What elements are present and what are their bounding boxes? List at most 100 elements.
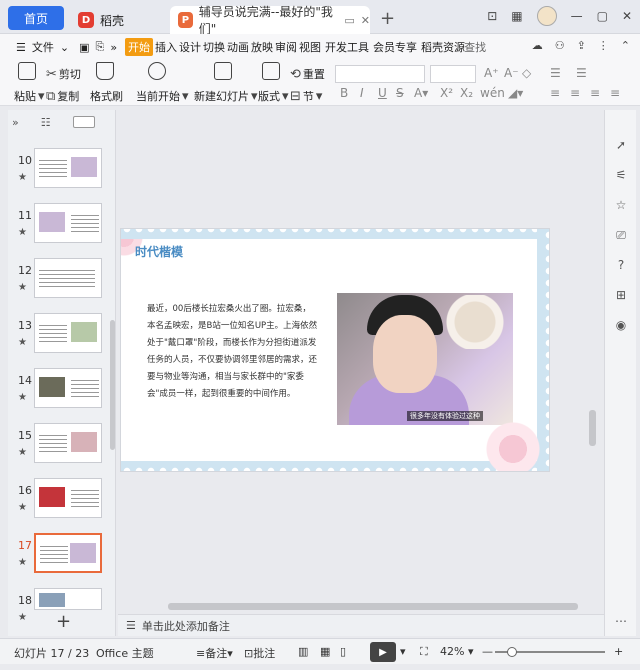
- thumbnail-row[interactable]: 10 ★: [8, 148, 116, 194]
- underline-icon[interactable]: U: [378, 86, 387, 100]
- slide-thumbnail[interactable]: [34, 368, 102, 408]
- slide-thumbnail[interactable]: [34, 313, 102, 353]
- reset-button[interactable]: ⟲ 重置: [290, 66, 325, 82]
- maximize-icon[interactable]: ▢: [597, 9, 608, 23]
- numbered-list-icon[interactable]: ☰: [576, 66, 587, 80]
- align-right-icon[interactable]: ≡: [590, 86, 600, 100]
- strikethrough-icon[interactable]: S: [396, 86, 404, 100]
- tab-close-icon[interactable]: ✕: [361, 14, 370, 27]
- menu-developer[interactable]: 开发工具: [325, 39, 369, 55]
- add-slide-button[interactable]: +: [56, 611, 71, 632]
- notes-bar[interactable]: ☰ 单击此处添加备注: [118, 614, 604, 636]
- font-color-icon[interactable]: A▾: [414, 86, 428, 100]
- italic-icon[interactable]: I: [360, 86, 364, 100]
- cut-button[interactable]: ✂ 剪切: [46, 66, 81, 82]
- rocket-icon[interactable]: ➚: [614, 138, 628, 152]
- slide-thumbnail[interactable]: [34, 478, 102, 518]
- copy-button[interactable]: ⧉ 复制: [46, 88, 79, 104]
- close-icon[interactable]: ✕: [622, 9, 632, 23]
- thumbnail-row[interactable]: 11 ★: [8, 203, 116, 249]
- font-name-field[interactable]: [335, 65, 425, 83]
- align-center-icon[interactable]: ≡: [570, 86, 580, 100]
- share-person-icon[interactable]: ⚇: [555, 39, 565, 52]
- menu-review[interactable]: 审阅: [275, 39, 297, 55]
- minimize-icon[interactable]: —: [571, 9, 583, 23]
- fit-window-icon[interactable]: ⛶: [420, 645, 428, 659]
- thumbnail-row[interactable]: 14 ★: [8, 368, 116, 414]
- sorter-view-icon[interactable]: ▦: [320, 645, 330, 658]
- zoom-slider[interactable]: [495, 647, 605, 657]
- cloud-icon[interactable]: ☁: [532, 39, 543, 52]
- zoom-in-icon[interactable]: +: [614, 645, 623, 658]
- zoom-dropdown-icon[interactable]: ▾: [468, 645, 474, 658]
- tab-preview-icon[interactable]: ▭: [344, 14, 354, 27]
- menu-file[interactable]: 文件: [32, 39, 54, 55]
- share-icon[interactable]: ⇪: [577, 39, 586, 52]
- justify-icon[interactable]: ≡: [610, 86, 620, 100]
- thumbnail-row-active[interactable]: 17 ★: [8, 533, 116, 579]
- image-settings-icon[interactable]: ⊞: [614, 288, 628, 302]
- play-options-icon[interactable]: ▾: [400, 645, 406, 658]
- bullet-list-icon[interactable]: ☰: [550, 66, 561, 80]
- highlight-icon[interactable]: ◢▾: [508, 86, 523, 100]
- star-icon[interactable]: ☆: [614, 198, 628, 212]
- menu-member[interactable]: 会员专享: [373, 39, 417, 55]
- new-slide-button[interactable]: 新建幻灯片 ▾: [194, 88, 258, 104]
- section-button[interactable]: ⊟ 节 ▾: [290, 88, 322, 104]
- thumbnail-row[interactable]: 16 ★: [8, 478, 116, 524]
- thumbnail-row[interactable]: 12 ★: [8, 258, 116, 304]
- thumbnail-row[interactable]: 15 ★: [8, 423, 116, 469]
- format-painter-icon[interactable]: [96, 62, 114, 80]
- superscript-icon[interactable]: X²: [440, 86, 453, 100]
- menu-transition[interactable]: 切换: [203, 39, 225, 55]
- slide-photo[interactable]: 很多年没有体验过这种: [337, 293, 513, 425]
- increase-font-icon[interactable]: A⁺: [484, 66, 499, 80]
- subscript-icon[interactable]: X₂: [460, 86, 473, 100]
- notes-toggle-button[interactable]: ≡备注▾: [196, 645, 233, 661]
- canvas-vertical-scrollbar[interactable]: [589, 410, 596, 446]
- play-circle-icon[interactable]: [148, 62, 166, 80]
- badge-1-icon[interactable]: ⊡: [487, 9, 497, 23]
- comment-button[interactable]: ⊡批注: [244, 645, 275, 661]
- slide-thumbnail[interactable]: [34, 203, 102, 243]
- format-painter-button[interactable]: 格式刷: [90, 88, 123, 104]
- tab-home[interactable]: 首页: [8, 6, 64, 30]
- slide-thumbnail[interactable]: [34, 148, 102, 188]
- paste-icon[interactable]: [18, 62, 36, 80]
- more-chevrons-icon[interactable]: »: [110, 41, 117, 54]
- search-button[interactable]: ⌕查找: [458, 39, 486, 55]
- expand-pane-icon[interactable]: »: [12, 116, 19, 129]
- decrease-font-icon[interactable]: A⁻: [504, 66, 519, 80]
- menu-animation[interactable]: 动画: [227, 39, 249, 55]
- slide-body-text[interactable]: 最近，00后楼长拉宏桑火出了圈。拉宏桑，本名孟映宏，是B站一位知名UP主。上海依…: [147, 301, 319, 403]
- tab-document[interactable]: P 辅导员说完满--最好的"我们" ▭ ✕: [170, 5, 370, 36]
- current-slide[interactable]: 时代楷模 最近，00后楼长拉宏桑火出了圈。拉宏桑，本名孟映宏，是B站一位知名UP…: [120, 228, 550, 472]
- menu-start[interactable]: 开始: [125, 38, 154, 56]
- paste-button[interactable]: 粘贴 ▾: [14, 88, 45, 104]
- hamburger-icon[interactable]: ☰: [16, 41, 26, 54]
- chevron-down-icon[interactable]: ⌄: [60, 41, 69, 54]
- zoom-slider-knob[interactable]: [507, 647, 517, 657]
- reading-view-icon[interactable]: ▯: [340, 645, 346, 658]
- presentation-icon[interactable]: ⎚: [614, 228, 628, 242]
- zoom-level[interactable]: 42%: [440, 645, 464, 658]
- location-icon[interactable]: ◉: [614, 318, 628, 332]
- phonetic-icon[interactable]: wén: [480, 86, 505, 100]
- thumbnail-scrollbar[interactable]: [110, 320, 115, 450]
- adjust-icon[interactable]: ⚟: [614, 168, 628, 182]
- clear-format-icon[interactable]: ◇: [522, 66, 531, 80]
- save-icon[interactable]: ▣: [79, 41, 89, 54]
- layout-button[interactable]: 版式 ▾: [258, 88, 289, 104]
- avatar[interactable]: [536, 6, 557, 26]
- help-icon[interactable]: ?: [614, 258, 628, 272]
- more-icon[interactable]: ⋮: [598, 39, 609, 52]
- slide-thumbnail[interactable]: [34, 423, 102, 463]
- thumbnail-view-icon[interactable]: [72, 116, 95, 128]
- play-slideshow-button[interactable]: ▶: [370, 642, 396, 662]
- export-icon[interactable]: ⎘: [96, 40, 105, 54]
- canvas-horizontal-scrollbar[interactable]: [168, 603, 578, 610]
- zoom-out-icon[interactable]: —: [482, 645, 493, 658]
- slide-title[interactable]: 时代楷模: [135, 243, 183, 260]
- new-slide-icon[interactable]: [214, 62, 232, 80]
- font-size-field[interactable]: [430, 65, 476, 83]
